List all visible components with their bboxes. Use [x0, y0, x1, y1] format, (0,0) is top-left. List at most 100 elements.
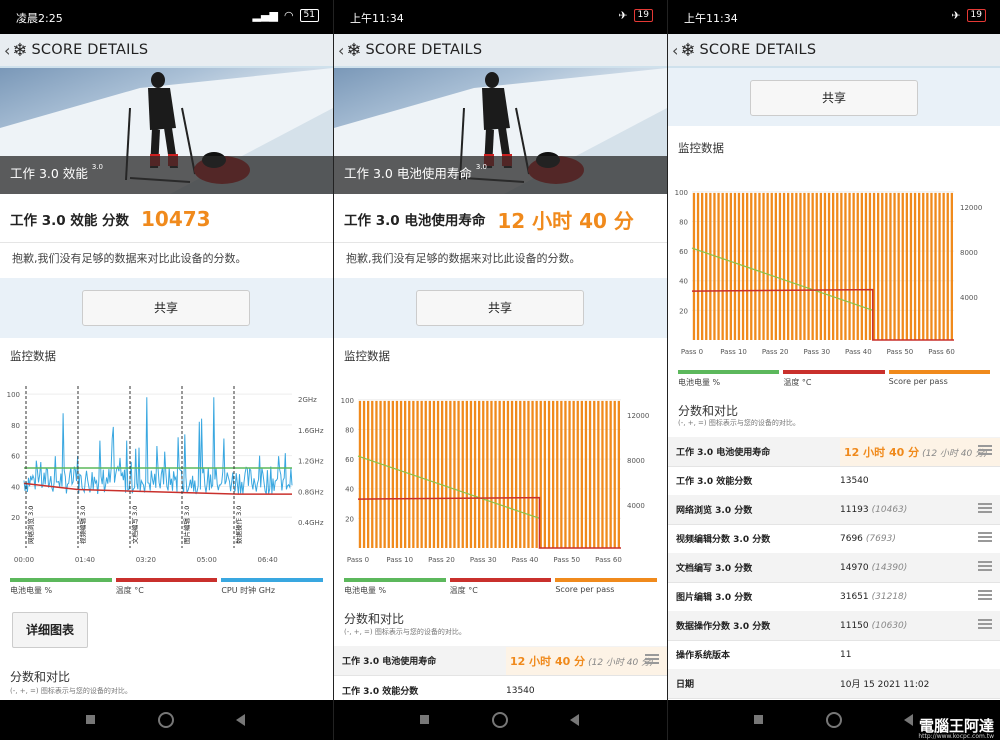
table-row: 文档编写 3.0 分数 14970 (14390) [668, 553, 1000, 583]
phase-label: 文档编写 3.0 [130, 506, 139, 544]
bar-score-per-pass [375, 400, 378, 548]
bar-score-per-pass [946, 192, 949, 340]
share-button[interactable]: 共享 [750, 80, 918, 116]
expand-menu-icon[interactable] [978, 532, 992, 542]
expand-menu-icon[interactable] [645, 654, 659, 664]
snowflake-logo-icon: ❄ [346, 39, 362, 61]
home-icon[interactable] [158, 712, 174, 728]
monitor-chart-passes: 100 80 60 40 20 12000 8000 4000 Pass 0 Pass 10 Pas… [341, 397, 650, 564]
bar-score-per-pass [803, 192, 806, 340]
back-icon[interactable] [904, 714, 913, 726]
recents-icon[interactable] [86, 715, 95, 724]
share-button[interactable]: 共享 [82, 290, 250, 326]
chart-legend: 电池电量 % 温度 °C CPU 时钟 GHz [10, 578, 324, 598]
bar-score-per-pass [950, 192, 953, 340]
y-tick-label: 80 [11, 422, 20, 430]
back-icon[interactable] [570, 714, 579, 726]
bar-score-per-pass [774, 192, 777, 340]
share-button[interactable]: 共享 [416, 290, 584, 326]
bar-score-per-pass [864, 192, 868, 340]
x-tick-label: Pass 20 [762, 348, 789, 356]
legend-temperature: 温度 °C [115, 578, 218, 598]
bar-score-per-pass [543, 400, 546, 548]
compare-note: (-, +, =) 图标表示与您的设备的对比。 [344, 628, 466, 636]
y-tick-label: 20 [679, 307, 688, 315]
y2-tick-label: 2GHz [298, 396, 317, 404]
bar-score-per-pass [436, 400, 440, 548]
bar-score-per-pass [877, 192, 880, 340]
bar-score-per-pass [770, 192, 773, 340]
bar-score-per-pass [782, 192, 786, 340]
legend-temperature: 温度 °C [783, 370, 885, 390]
table-row: 工作 3.0 电池使用寿命 12 小时 40 分 (12 小时 40 分) [334, 646, 667, 676]
bar-score-per-pass [713, 192, 716, 340]
expand-menu-icon[interactable] [978, 590, 992, 600]
table-row: 网络浏览 3.0 分数 11193 (10463) [668, 495, 1000, 525]
compare-title: 分数和对比 [678, 404, 739, 418]
y2-tick-label: 0.4GHz [298, 519, 324, 527]
bar-score-per-pass [457, 400, 460, 548]
bar-score-per-pass [709, 192, 712, 340]
expand-menu-icon[interactable] [978, 503, 992, 513]
bar-score-per-pass [404, 400, 407, 548]
back-chevron-icon[interactable]: ‹ [672, 41, 678, 60]
phase-label: 视频编辑 3.0 [78, 506, 87, 544]
bar-score-per-pass [527, 400, 530, 548]
bar-score-per-pass [729, 192, 732, 340]
bar-score-per-pass [605, 400, 608, 548]
bar-score-per-pass [848, 192, 851, 340]
bar-score-per-pass [827, 192, 831, 340]
legend-battery: 电池电量 % [344, 578, 446, 598]
back-icon[interactable] [236, 714, 245, 726]
bar-score-per-pass [515, 400, 518, 548]
recents-icon[interactable] [754, 715, 763, 724]
bar-score-per-pass [399, 400, 403, 548]
recents-icon[interactable] [420, 715, 429, 724]
compare-title: 分数和对比 [10, 670, 71, 684]
bar-score-per-pass [568, 400, 571, 548]
bar-score-per-pass [510, 400, 514, 548]
app-title: SCORE DETAILS [365, 42, 483, 58]
expand-menu-icon[interactable] [978, 561, 992, 571]
x-tick-label: Pass 10 [720, 348, 747, 356]
bar-score-per-pass [852, 192, 855, 340]
nav-bar [0, 700, 333, 740]
nav-bar: 電腦王阿達 http://www.kocpc.com.tw [668, 700, 1000, 740]
monitor-section-title: 监控数据 [678, 141, 724, 155]
detailed-chart-button[interactable]: 详细图表 [12, 612, 88, 648]
compare-note: (-, +, =) 图标表示与您的设备的对比。 [678, 419, 800, 427]
chart-legend: 电池电量 % 温度 °C Score per pass [678, 370, 990, 390]
home-icon[interactable] [492, 712, 508, 728]
x-tick-label: Pass 0 [681, 348, 703, 356]
x-tick-label: Pass 40 [845, 348, 872, 356]
bar-score-per-pass [733, 192, 737, 340]
bar-score-per-pass [721, 192, 724, 340]
back-chevron-icon[interactable]: ‹ [4, 41, 10, 60]
bar-score-per-pass [416, 400, 419, 548]
bar-score-per-pass [432, 400, 436, 548]
bar-score-per-pass [502, 400, 505, 548]
home-icon[interactable] [826, 712, 842, 728]
y-tick-label: 60 [679, 248, 688, 256]
bar-score-per-pass [926, 192, 929, 340]
bar-score-per-pass [832, 192, 835, 340]
y-tick-label: 100 [7, 391, 20, 399]
expand-menu-icon[interactable] [978, 619, 992, 629]
watermark-url: http://www.kocpc.com.tw [918, 733, 994, 740]
legend-cpu-clock: CPU 时钟 GHz [221, 578, 324, 598]
bar-score-per-pass [868, 192, 872, 340]
bar-score-per-pass [692, 192, 696, 340]
y-tick-label: 60 [11, 453, 20, 461]
bar-score-per-pass [795, 192, 798, 340]
monitor-chart-cpu: 100 2GHz 80 1.6GHz 60 1.2GHz 40 0.8GHz 20 0.4GHz 0… [7, 386, 324, 564]
bar-score-per-pass [811, 192, 814, 340]
bar-score-per-pass [750, 192, 753, 340]
bar-score-per-pass [465, 400, 468, 548]
x-tick-label: Pass 20 [428, 556, 455, 564]
legend-score-per-pass: Score per pass [888, 370, 990, 390]
bar-score-per-pass [428, 400, 431, 548]
status-bar: 上午11:34 ✈ 19 [334, 0, 667, 34]
back-chevron-icon[interactable]: ‹ [338, 41, 344, 60]
hero-version: 3.0 [91, 163, 103, 171]
expand-menu-icon[interactable] [978, 445, 992, 455]
